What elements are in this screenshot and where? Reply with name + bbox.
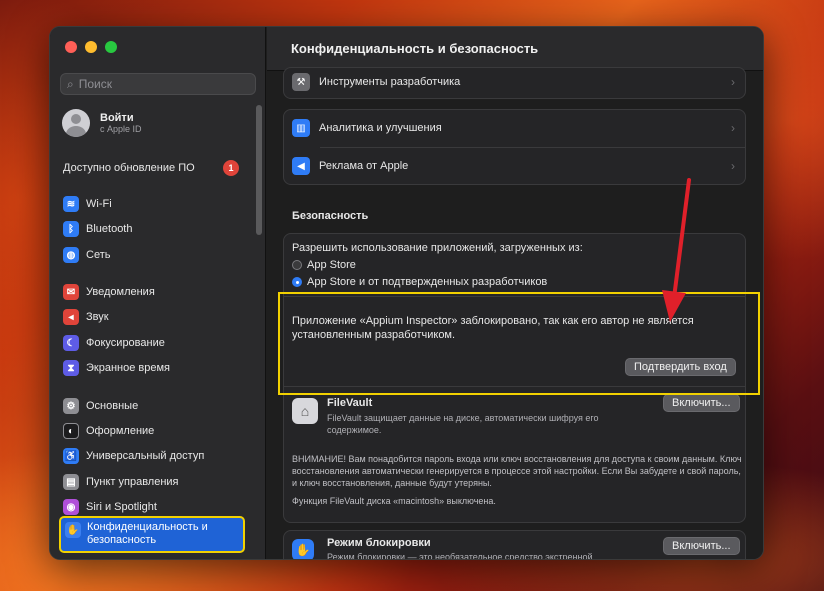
speaker-icon: ◂ bbox=[63, 309, 79, 325]
sidebar-item-label: Оформление bbox=[86, 425, 155, 437]
sidebar-item-hourglass[interactable]: ⧗ Экранное время bbox=[63, 360, 170, 376]
apple-id-signin[interactable]: Войти с Apple ID bbox=[62, 109, 142, 137]
close-button[interactable] bbox=[65, 41, 77, 53]
developer-tools-icon: ⚒ bbox=[292, 73, 310, 91]
filevault-desc: FileVault защищает данные на диске, авто… bbox=[327, 413, 599, 435]
account-name: Войти bbox=[100, 112, 134, 124]
radio-circle bbox=[292, 260, 302, 270]
filevault-status: Функция FileVault диска «macintosh» выкл… bbox=[292, 496, 496, 506]
accessibility-icon: ♿ bbox=[63, 448, 79, 464]
appearance-icon: ◐ bbox=[63, 423, 79, 439]
sidebar-item-wifi[interactable]: ≋ Wi-Fi bbox=[63, 196, 112, 212]
moon-icon: ☾ bbox=[63, 335, 79, 351]
chevron-right-icon: › bbox=[731, 75, 735, 89]
hand-icon: ✋ bbox=[292, 539, 314, 559]
sidebar-item-label: Фокусирование bbox=[86, 337, 165, 349]
filevault-enable-button[interactable]: Включить... bbox=[663, 394, 740, 412]
window-controls bbox=[65, 41, 117, 53]
sidebar-item-moon[interactable]: ☾ Фокусирование bbox=[63, 335, 165, 351]
globe-icon: ◍ bbox=[63, 247, 79, 263]
sidebar-item-label: Siri и Spotlight bbox=[86, 501, 157, 513]
sidebar-item-label: Звук bbox=[86, 311, 109, 323]
analytics-icon: ▥ bbox=[292, 119, 310, 137]
avatar bbox=[62, 109, 90, 137]
lockdown-enable-button[interactable]: Включить... bbox=[663, 537, 740, 555]
allow-apps-label: Разрешить использование приложений, загр… bbox=[292, 242, 583, 254]
sidebar-item-speaker[interactable]: ◂ Звук bbox=[63, 309, 109, 325]
sidebar-item-label: Основные bbox=[86, 400, 139, 412]
hand-icon: ✋ bbox=[65, 522, 81, 538]
radio-app-store-developers[interactable]: App Store и от подтвержденных разработчи… bbox=[292, 276, 547, 288]
developer-tools-card: ⚒ Инструменты разработчика › bbox=[283, 67, 746, 99]
megaphone-icon: ◀ bbox=[292, 157, 310, 175]
minimize-button[interactable] bbox=[85, 41, 97, 53]
sidebar-item-privacy-security[interactable]: ✋ Конфиденциальность и безопасность bbox=[59, 516, 245, 553]
gear-icon: ⚙ bbox=[63, 398, 79, 414]
search-input[interactable]: ⌕ Поиск bbox=[60, 73, 256, 95]
zoom-button[interactable] bbox=[105, 41, 117, 53]
sidebar-item-globe[interactable]: ◍ Сеть bbox=[63, 247, 110, 263]
account-sub: с Apple ID bbox=[100, 124, 142, 134]
bluetooth-icon: ᛒ bbox=[63, 221, 79, 237]
bell-icon: ✉ bbox=[63, 284, 79, 300]
sidebar-scrollbar[interactable] bbox=[256, 105, 262, 235]
lockdown-title: Режим блокировки bbox=[327, 537, 431, 549]
main-pane: Конфиденциальность и безопасность ⚒ Инст… bbox=[267, 27, 763, 559]
chevron-right-icon: › bbox=[731, 159, 735, 173]
sidebar-item-label: Bluetooth bbox=[86, 223, 133, 235]
page-title: Конфиденциальность и безопасность bbox=[267, 27, 763, 71]
security-heading: Безопасность bbox=[292, 210, 369, 222]
sidebar-item-label: Универсальный доступ bbox=[86, 450, 205, 462]
update-badge: 1 bbox=[223, 160, 239, 176]
settings-window: ⌕ Поиск Войти с Apple ID Доступно обновл… bbox=[49, 26, 764, 560]
software-update-item[interactable]: Доступно обновление ПО 1 bbox=[63, 160, 239, 176]
row-apple-advertising[interactable]: ◀ Реклама от Apple bbox=[292, 157, 408, 175]
sidebar-item-label: Уведомления bbox=[86, 286, 155, 298]
control-center-icon: ▤ bbox=[63, 474, 79, 490]
sidebar-item-accessibility[interactable]: ♿ Универсальный доступ bbox=[63, 448, 204, 464]
filevault-warning: ВНИМАНИЕ! Вам понадобится пароль входа и… bbox=[292, 454, 742, 488]
row-analytics[interactable]: ▥ Аналитика и улучшения bbox=[292, 119, 442, 137]
sidebar-item-appearance[interactable]: ◐ Оформление bbox=[63, 423, 154, 439]
radio-circle-selected bbox=[292, 277, 302, 287]
lockdown-desc: Режим блокировки — это необязательное ср… bbox=[327, 552, 593, 560]
sidebar-item-gear[interactable]: ⚙ Основные bbox=[63, 398, 138, 414]
sidebar-item-label: Пункт управления bbox=[86, 476, 179, 488]
lockdown-card: ✋ Режим блокировки Режим блокировки — эт… bbox=[283, 530, 746, 560]
radio-app-store[interactable]: App Store bbox=[292, 259, 356, 271]
sidebar-item-label: Wi-Fi bbox=[86, 198, 112, 210]
wifi-icon: ≋ bbox=[63, 196, 79, 212]
row-developer-tools[interactable]: ⚒ Инструменты разработчика bbox=[292, 73, 460, 91]
sidebar-item-label: Сеть bbox=[86, 249, 111, 261]
sidebar-item-siri[interactable]: ◉ Siri и Spotlight bbox=[63, 499, 157, 515]
divider bbox=[320, 147, 745, 148]
search-icon: ⌕ bbox=[67, 76, 74, 91]
sidebar-item-control-center[interactable]: ▤ Пункт управления bbox=[63, 474, 179, 490]
sidebar-item-label: Экранное время bbox=[86, 362, 170, 374]
sidebar-item-bluetooth[interactable]: ᛒ Bluetooth bbox=[63, 221, 132, 237]
house-lock-icon: ⌂ bbox=[292, 398, 318, 424]
highlight-box bbox=[278, 292, 760, 395]
chevron-right-icon: › bbox=[731, 121, 735, 135]
analytics-card: ▥ Аналитика и улучшения › ◀ Реклама от A… bbox=[283, 109, 746, 185]
filevault-title: FileVault bbox=[327, 397, 373, 409]
siri-icon: ◉ bbox=[63, 499, 79, 515]
sidebar: ⌕ Поиск Войти с Apple ID Доступно обновл… bbox=[50, 27, 266, 559]
hourglass-icon: ⧗ bbox=[63, 360, 79, 376]
sidebar-item-bell[interactable]: ✉ Уведомления bbox=[63, 284, 155, 300]
